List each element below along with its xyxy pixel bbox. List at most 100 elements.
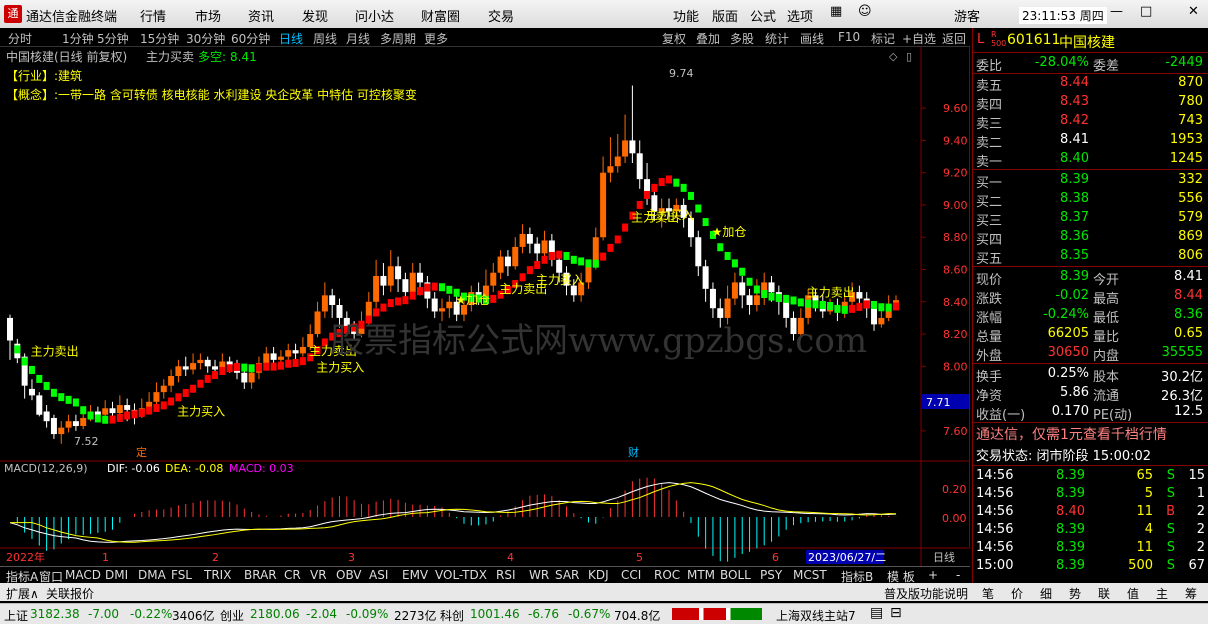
indicator-tab-dma[interactable]: DMA bbox=[138, 568, 166, 582]
tool-mark[interactable]: 标记 bbox=[871, 30, 895, 47]
right-tab[interactable]: 主 bbox=[1156, 585, 1168, 602]
trend-band bbox=[387, 299, 394, 308]
tool-multi-stock[interactable]: 多股 bbox=[730, 30, 754, 47]
candle-body bbox=[431, 298, 438, 312]
tool-overlay[interactable]: 叠加 bbox=[696, 30, 720, 47]
candle-body bbox=[541, 240, 548, 254]
indicator-tab-kdj[interactable]: KDJ bbox=[588, 568, 609, 582]
kline-chart[interactable]: 主力卖出主力买入主力卖出主力买入主力卖出主力买入主力卖出主力买入主力卖出★加仓★… bbox=[0, 47, 970, 566]
right-tab[interactable]: 细 bbox=[1040, 585, 1052, 602]
indicator-tab-trix[interactable]: TRIX bbox=[204, 568, 231, 582]
related-quotes[interactable]: 关联报价 bbox=[46, 585, 94, 602]
right-tab[interactable]: 势 bbox=[1069, 585, 1081, 602]
period-tick[interactable]: 分时 bbox=[8, 30, 32, 47]
menu-formula[interactable]: 公式 bbox=[750, 6, 776, 25]
grid-icon[interactable]: ▦ bbox=[830, 4, 842, 19]
period-60min[interactable]: 60分钟 bbox=[231, 30, 270, 47]
menu-ask-xiaoda[interactable]: 问小达 bbox=[355, 6, 394, 25]
indicator-tab-obv[interactable]: OBV bbox=[336, 568, 362, 582]
right-tab[interactable]: 联 bbox=[1098, 585, 1110, 602]
close-icon[interactable]: ✕ bbox=[1188, 4, 1199, 19]
expand-icon[interactable]: ▯ bbox=[906, 50, 912, 63]
period-daily[interactable]: 日线 bbox=[279, 30, 303, 47]
tool-draw[interactable]: 画线 bbox=[800, 30, 824, 47]
tool-add-watchlist[interactable]: +自选 bbox=[902, 30, 936, 47]
menu-layout[interactable]: 版面 bbox=[712, 6, 738, 25]
row-price: 8.43 bbox=[1060, 94, 1089, 109]
tool-back[interactable]: 返回 bbox=[942, 30, 966, 47]
indicator-tab-macd[interactable]: MACD bbox=[65, 568, 101, 582]
right-tab[interactable]: 笔 bbox=[982, 585, 994, 602]
menu-options[interactable]: 选项 bbox=[787, 6, 813, 25]
period-30min[interactable]: 30分钟 bbox=[186, 30, 225, 47]
menu-news[interactable]: 资讯 bbox=[248, 6, 274, 25]
candle-body bbox=[607, 166, 614, 173]
trend-band bbox=[439, 283, 446, 292]
indicator-tab-roc[interactable]: ROC bbox=[654, 568, 680, 582]
period-5min[interactable]: 5分钟 bbox=[97, 30, 129, 47]
indicator-tab-rsi[interactable]: RSI bbox=[496, 568, 516, 582]
tool-stats[interactable]: 统计 bbox=[765, 30, 789, 47]
indicator-tab-wr[interactable]: WR bbox=[529, 568, 549, 582]
indicator-tab-vr[interactable]: VR bbox=[310, 568, 327, 582]
tick-row: 14:56 8.39 5 S 1 bbox=[976, 486, 1205, 501]
chart-area[interactable]: 主力卖出 主力买入 主力卖出 主力买入 主力卖出 主力买入 主力卖出 主力买入 主力卖出 ★加仓 ★… bbox=[0, 47, 970, 566]
guest-user[interactable]: 游客 bbox=[954, 6, 980, 25]
edition-info[interactable]: 普及版功能说明 bbox=[884, 585, 968, 602]
period-monthly[interactable]: 月线 bbox=[346, 30, 370, 47]
network-icon[interactable]: ▤ bbox=[870, 605, 883, 621]
period-weekly[interactable]: 周线 bbox=[313, 30, 337, 47]
menu-wealth[interactable]: 财富圈 bbox=[421, 6, 460, 25]
user-icon[interactable]: ☺ bbox=[858, 4, 872, 19]
maximize-icon[interactable]: □ bbox=[1140, 4, 1152, 19]
settings-diamond-icon[interactable]: ◇ bbox=[889, 50, 898, 63]
kc-change: -6.76 bbox=[528, 607, 560, 621]
row-price: 8.35 bbox=[1060, 248, 1089, 263]
trend-band bbox=[519, 273, 526, 282]
right-tab[interactable]: 筹 bbox=[1185, 585, 1197, 602]
period-1min[interactable]: 1分钟 bbox=[62, 30, 94, 47]
indicator-tab-dmi[interactable]: DMI bbox=[105, 568, 128, 582]
indicator-tab-psy[interactable]: PSY bbox=[760, 568, 782, 582]
trend-band bbox=[102, 415, 109, 424]
expand-toggle[interactable]: 扩展∧ bbox=[6, 585, 39, 602]
trend-band bbox=[50, 388, 57, 397]
promo-link[interactable]: 通达信，仅需1元查看千档行情 bbox=[973, 424, 1208, 443]
row-label: 卖四 bbox=[976, 98, 1003, 113]
indicator-tab-sar[interactable]: SAR bbox=[555, 568, 579, 582]
menu-discover[interactable]: 发现 bbox=[302, 6, 328, 25]
indicator-tab-emv[interactable]: EMV bbox=[402, 568, 428, 582]
menu-quotes[interactable]: 行情 bbox=[140, 6, 166, 25]
indicator-tab-fsl[interactable]: FSL bbox=[171, 568, 192, 582]
indicator-tab-cr[interactable]: CR bbox=[284, 568, 301, 582]
trend-band bbox=[614, 235, 621, 244]
row-volume: 1245 bbox=[1169, 151, 1203, 166]
lock-icon[interactable]: ⊟ bbox=[890, 605, 902, 621]
menu-function[interactable]: 功能 bbox=[673, 6, 699, 25]
bottom-right-tab[interactable]: - bbox=[956, 568, 960, 582]
menu-market[interactable]: 市场 bbox=[195, 6, 221, 25]
bottom-right-tab[interactable]: + bbox=[928, 568, 938, 582]
indicator-tab-boll[interactable]: BOLL bbox=[720, 568, 751, 582]
quote-row: 现价 8.39 今开 8.41 bbox=[976, 269, 1203, 288]
indicator-tab-cci[interactable]: CCI bbox=[621, 568, 641, 582]
trend-band bbox=[790, 296, 797, 305]
tool-adjust[interactable]: 复权 bbox=[662, 30, 686, 47]
indicator-name: 主力买卖 bbox=[146, 50, 194, 64]
period-multi[interactable]: 多周期 bbox=[380, 30, 416, 47]
minimize-icon[interactable]: — bbox=[1110, 4, 1123, 19]
indicator-tab-asi[interactable]: ASI bbox=[369, 568, 388, 582]
indicator-tab-vol-tdx[interactable]: VOL-TDX bbox=[435, 568, 487, 582]
tool-f10[interactable]: F10 bbox=[838, 30, 860, 44]
period-15min[interactable]: 15分钟 bbox=[140, 30, 179, 47]
period-label: 日线 bbox=[933, 550, 955, 564]
indicator-tab-brar[interactable]: BRAR bbox=[244, 568, 277, 582]
indicator-tab-mcst[interactable]: MCST bbox=[793, 568, 827, 582]
menu-trade[interactable]: 交易 bbox=[488, 6, 514, 25]
right-tab[interactable]: 价 bbox=[1011, 585, 1023, 602]
candle-body bbox=[109, 408, 116, 414]
period-more[interactable]: 更多 bbox=[424, 30, 448, 47]
indicator-tab-mtm[interactable]: MTM bbox=[687, 568, 715, 582]
right-tab[interactable]: 值 bbox=[1127, 585, 1139, 602]
server-station[interactable]: 上海双线主站7 bbox=[776, 607, 856, 624]
